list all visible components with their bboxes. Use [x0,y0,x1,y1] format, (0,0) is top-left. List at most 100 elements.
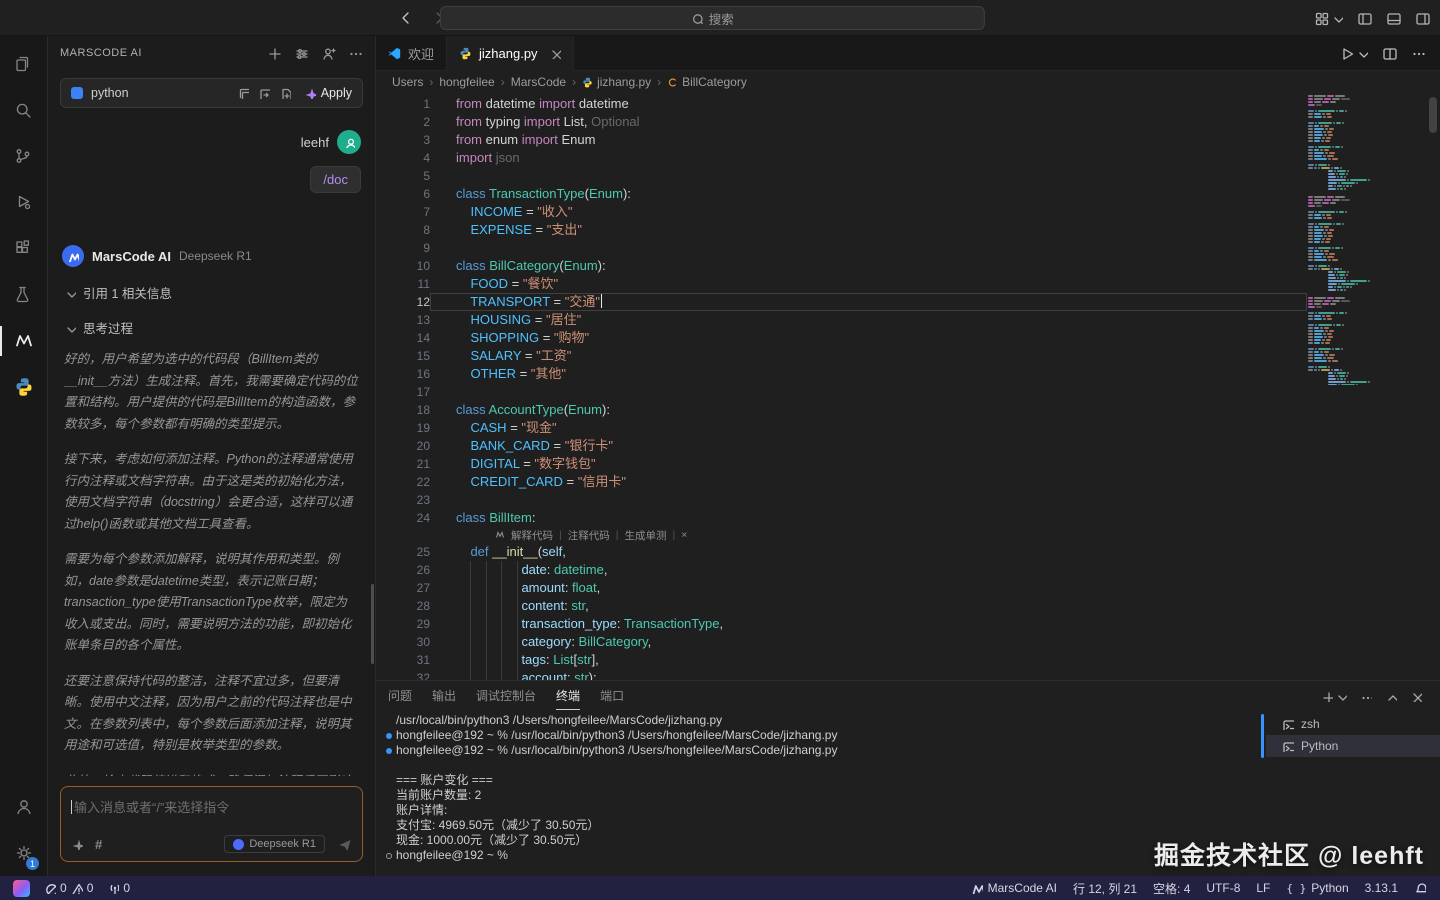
marscode-status[interactable]: MarsCode AI [971,881,1057,895]
panel-more-icon[interactable] [1360,690,1372,702]
panel-tab-output[interactable]: 输出 [432,681,456,710]
code-line-28[interactable]: 28 content: str, [376,597,1307,615]
code-line-27[interactable]: 27 amount: float, [376,579,1307,597]
references-section-toggle[interactable]: 引用 1 相关信息 [64,283,359,302]
breadcrumb-symbol[interactable]: BillCategory [667,75,747,89]
line-number[interactable]: 17 [376,383,430,401]
indentation[interactable]: 空格: 4 [1153,880,1190,897]
line-number[interactable]: 7 [376,203,430,221]
extensions-icon[interactable] [0,226,47,272]
search-view-icon[interactable] [0,88,47,134]
run-debug-icon[interactable] [0,180,47,226]
line-number[interactable]: 22 [376,473,430,491]
code-line-26[interactable]: 26 date: datetime, [376,561,1307,579]
code-lens-close-icon[interactable]: × [681,529,687,541]
run-file-icon[interactable] [1339,46,1368,61]
toggle-sidebar-icon[interactable] [1357,11,1372,26]
chat-input[interactable]: 输入消息或者“/”来选择指令 # Deepseek R1 [60,786,363,862]
code-line-3[interactable]: 3from enum import Enum [376,131,1307,149]
code-line-8[interactable]: 8 EXPENSE = "支出" [376,221,1307,239]
testing-icon[interactable] [0,272,47,318]
line-number[interactable]: 12 [376,293,430,311]
new-terminal-icon[interactable] [1321,690,1347,702]
tab-close-icon[interactable] [549,47,561,59]
line-number[interactable]: 21 [376,455,430,473]
encoding[interactable]: UTF-8 [1206,881,1240,895]
breadcrumb-users[interactable]: Users [392,75,423,89]
code-line-16[interactable]: 16 OTHER = "其他" [376,365,1307,383]
eol-sequence[interactable]: LF [1256,881,1270,895]
marscode-ai-icon[interactable] [0,318,47,364]
code-line-10[interactable]: 10class BillCategory(Enum): [376,257,1307,275]
source-control-icon[interactable] [0,134,47,180]
terminal-output[interactable]: /usr/local/bin/python3 /Users/hongfeilee… [376,710,1258,876]
model-selector[interactable]: Deepseek R1 [224,835,325,853]
toggle-panel-icon[interactable] [1386,11,1401,26]
line-number[interactable]: 5 [376,167,430,185]
line-number[interactable]: 27 [376,579,430,597]
code-line-21[interactable]: 21 DIGITAL = "数字钱包" [376,455,1307,473]
code-line-12[interactable]: 12 TRANSPORT = "交通" [376,293,1307,311]
line-number[interactable]: 11 [376,275,430,293]
insert-code-icon[interactable] [258,87,270,99]
copy-code-icon[interactable] [237,87,249,99]
line-number[interactable]: 9 [376,239,430,257]
notifications-bell-icon[interactable] [1414,882,1426,894]
chat-settings-icon[interactable] [294,46,309,61]
account-icon[interactable] [0,784,47,830]
panel-tab-ports[interactable]: 端口 [600,681,624,710]
line-number[interactable]: 1 [376,95,430,113]
code-lens-action[interactable]: 解释代码 [511,528,553,543]
code-line-11[interactable]: 11 FOOD = "餐饮" [376,275,1307,293]
line-number[interactable]: 23 [376,491,430,509]
new-chat-icon[interactable] [267,46,282,61]
panel-tab-problems[interactable]: 问题 [388,681,412,710]
thinking-section-toggle[interactable]: 思考过程 [64,318,359,337]
split-editor-icon[interactable] [1382,46,1397,61]
line-number[interactable]: 28 [376,597,430,615]
breadcrumb-hongfeilee[interactable]: hongfeilee [439,75,494,89]
code-line-7[interactable]: 7 INCOME = "收入" [376,203,1307,221]
line-number[interactable]: 29 [376,615,430,633]
line-number[interactable]: 26 [376,561,430,579]
minimap[interactable] [1308,95,1426,385]
settings-gear-icon[interactable]: 1 [0,830,47,876]
maximize-panel-icon[interactable] [1385,690,1397,702]
code-reference-chip[interactable]: python Apply [60,78,363,108]
code-line-29[interactable]: 29 transaction_type: TransactionType, [376,615,1307,633]
code-line-20[interactable]: 20 BANK_CARD = "银行卡" [376,437,1307,455]
panel-tab-debug-console[interactable]: 调试控制台 [476,681,536,710]
line-number[interactable]: 3 [376,131,430,149]
context-hash-icon[interactable]: # [95,837,102,852]
code-lens-action[interactable]: 生成单测 [624,528,666,543]
line-number[interactable]: 6 [376,185,430,203]
code-line-5[interactable]: 5 [376,167,1307,185]
editor-scrollbar[interactable] [1426,93,1440,680]
panel-tab-terminal[interactable]: 终端 [556,681,580,710]
code-line-25[interactable]: 25 def __init__(self, [376,543,1307,561]
line-number[interactable]: 4 [376,149,430,167]
code-line-2[interactable]: 2from typing import List, Optional [376,113,1307,131]
line-number[interactable]: 32 [376,669,430,680]
code-line-9[interactable]: 9 [376,239,1307,257]
line-number[interactable]: 25 [376,543,430,561]
apps-menu-icon[interactable] [1314,11,1343,26]
tab-welcome[interactable]: 欢迎 [376,36,447,70]
code-line-32[interactable]: 32 account: str): [376,669,1307,680]
remote-indicator[interactable] [8,876,35,900]
line-number[interactable]: 16 [376,365,430,383]
new-file-icon[interactable] [279,87,291,99]
code-lens-action[interactable]: 注释代码 [568,528,610,543]
code-line-14[interactable]: 14 SHOPPING = "购物" [376,329,1307,347]
python-extension-icon[interactable] [0,364,47,410]
line-number[interactable]: 24 [376,509,430,527]
close-panel-icon[interactable] [1410,690,1422,702]
apply-button[interactable]: Apply [304,86,352,100]
explorer-icon[interactable] [0,42,47,88]
code-editor[interactable]: 1from datetime import datetime2from typi… [376,93,1440,680]
terminal-item-zsh[interactable]: zsh [1266,713,1440,735]
code-line-19[interactable]: 19 CASH = "现金" [376,419,1307,437]
user-command-chip[interactable]: /doc [310,166,361,193]
language-mode[interactable]: { } Python [1286,881,1348,895]
cursor-position[interactable]: 行 12, 列 21 [1073,880,1137,897]
